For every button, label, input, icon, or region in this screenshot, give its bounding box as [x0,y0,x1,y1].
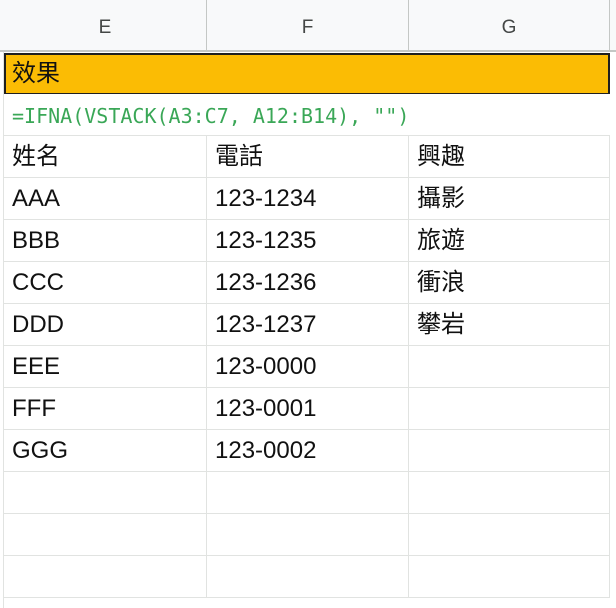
table-cell[interactable]: 123-1236 [207,262,409,303]
table-cell[interactable]: DDD [4,304,207,345]
table-row: EEE 123-0000 [0,346,616,388]
grid-right-edge [610,52,616,608]
table-cell[interactable] [409,388,610,429]
empty-cell[interactable] [4,514,207,555]
empty-cell[interactable] [207,514,409,555]
table-cell[interactable] [409,346,610,387]
table-cell[interactable]: 123-1234 [207,178,409,219]
row-gutter [0,52,4,608]
merged-header-label: 效果 [12,60,60,87]
column-header-g[interactable]: G [409,0,610,50]
empty-cell[interactable] [4,472,207,513]
table-cell[interactable]: 攝影 [409,178,610,219]
table-header-cell[interactable]: 興趣 [409,136,610,177]
table-row: AAA 123-1234 攝影 [0,178,616,220]
table-cell[interactable]: 123-1237 [207,304,409,345]
empty-cell[interactable] [409,472,610,513]
table-cell[interactable] [409,430,610,471]
table-row: CCC 123-1236 衝浪 [0,262,616,304]
empty-row [0,556,616,598]
empty-row [0,472,616,514]
table-cell[interactable]: 123-0001 [207,388,409,429]
table-cell[interactable]: BBB [4,220,207,261]
empty-cell[interactable] [4,556,207,597]
empty-row [0,514,616,556]
table-header-cell[interactable]: 姓名 [4,136,207,177]
column-header-row: E F G [0,0,616,52]
table-cell[interactable]: 衝浪 [409,262,610,303]
table-cell[interactable]: AAA [4,178,207,219]
column-header-f[interactable]: F [207,0,409,50]
table-row: BBB 123-1235 旅遊 [0,220,616,262]
table-cell[interactable]: 攀岩 [409,304,610,345]
table-cell[interactable]: 123-0002 [207,430,409,471]
empty-cell[interactable] [409,514,610,555]
table-row: DDD 123-1237 攀岩 [0,304,616,346]
merged-header-cell[interactable] [4,53,610,94]
table-cell[interactable]: 123-0000 [207,346,409,387]
table-cell[interactable]: 旅遊 [409,220,610,261]
table-cell[interactable]: CCC [4,262,207,303]
column-header-e[interactable]: E [4,0,207,50]
table-row: GGG 123-0002 [0,430,616,472]
table-cell[interactable]: 123-1235 [207,220,409,261]
table-header-row: 姓名 電話 興趣 [0,136,616,178]
spreadsheet-grid: E F G 效果 =IFNA(VSTACK(A3:C7, A12:B14), "… [0,0,616,608]
table-header-cell[interactable]: 電話 [207,136,409,177]
empty-cell[interactable] [207,472,409,513]
empty-cell[interactable] [409,556,610,597]
table-cell[interactable]: EEE [4,346,207,387]
table-cell[interactable]: GGG [4,430,207,471]
formula-text: =IFNA(VSTACK(A3:C7, A12:B14), "") [12,104,410,128]
table-row: FFF 123-0001 [0,388,616,430]
table-cell[interactable]: FFF [4,388,207,429]
empty-cell[interactable] [207,556,409,597]
